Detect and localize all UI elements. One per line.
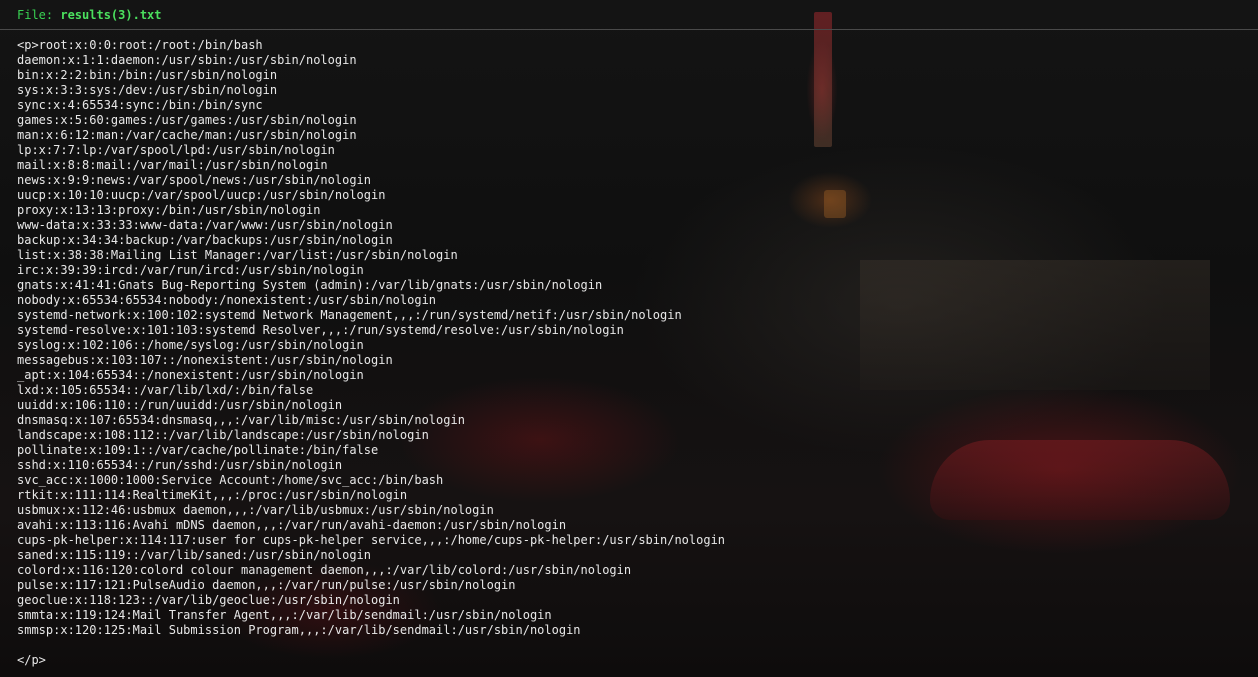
file-line: sys:x:3:3:sys:/dev:/usr/sbin/nologin	[17, 83, 278, 97]
closing-tag: </p>	[17, 653, 46, 667]
file-line: backup:x:34:34:backup:/var/backups:/usr/…	[17, 233, 393, 247]
file-line: systemd-resolve:x:101:103:systemd Resolv…	[17, 323, 624, 337]
file-line: systemd-network:x:100:102:systemd Networ…	[17, 308, 682, 322]
file-name: results(3).txt	[60, 8, 162, 22]
file-line: dnsmasq:x:107:65534:dnsmasq,,,:/var/lib/…	[17, 413, 465, 427]
file-line: list:x:38:38:Mailing List Manager:/var/l…	[17, 248, 458, 262]
file-line: lp:x:7:7:lp:/var/spool/lpd:/usr/sbin/nol…	[17, 143, 335, 157]
file-line: rtkit:x:111:114:RealtimeKit,,,:/proc:/us…	[17, 488, 408, 502]
file-line: irc:x:39:39:ircd:/var/run/ircd:/usr/sbin…	[17, 263, 364, 277]
file-line: www-data:x:33:33:www-data:/var/www:/usr/…	[17, 218, 393, 232]
file-line: sync:x:4:65534:sync:/bin:/bin/sync	[17, 98, 263, 112]
file-line: smmsp:x:120:125:Mail Submission Program,…	[17, 623, 581, 637]
file-line: messagebus:x:103:107::/nonexistent:/usr/…	[17, 353, 393, 367]
file-line: bin:x:2:2:bin:/bin:/usr/sbin/nologin	[17, 68, 278, 82]
file-line: gnats:x:41:41:Gnats Bug-Reporting System…	[17, 278, 603, 292]
file-viewer: File: results(3).txt <p>root:x:0:0:root:…	[0, 0, 1258, 677]
file-line: smmta:x:119:124:Mail Transfer Agent,,,:/…	[17, 608, 552, 622]
file-line: cups-pk-helper:x:114:117:user for cups-p…	[17, 533, 726, 547]
file-header: File: results(3).txt	[0, 0, 1258, 30]
file-title: File: results(3).txt	[17, 8, 162, 22]
file-line: sshd:x:110:65534::/run/sshd:/usr/sbin/no…	[17, 458, 343, 472]
file-line: man:x:6:12:man:/var/cache/man:/usr/sbin/…	[17, 128, 357, 142]
file-line: games:x:5:60:games:/usr/games:/usr/sbin/…	[17, 113, 357, 127]
file-content: <p>root:x:0:0:root:/root:/bin/bash daemon…	[17, 38, 1247, 668]
file-line: uuidd:x:106:110::/run/uuidd:/usr/sbin/no…	[17, 398, 343, 412]
file-line: mail:x:8:8:mail:/var/mail:/usr/sbin/nolo…	[17, 158, 328, 172]
file-line: pulse:x:117:121:PulseAudio daemon,,,:/va…	[17, 578, 516, 592]
file-line: svc_acc:x:1000:1000:Service Account:/hom…	[17, 473, 444, 487]
file-line: syslog:x:102:106::/home/syslog:/usr/sbin…	[17, 338, 364, 352]
file-line: uucp:x:10:10:uucp:/var/spool/uucp:/usr/s…	[17, 188, 386, 202]
file-line: news:x:9:9:news:/var/spool/news:/usr/sbi…	[17, 173, 372, 187]
file-line: pollinate:x:109:1::/var/cache/pollinate:…	[17, 443, 379, 457]
file-line: nobody:x:65534:65534:nobody:/nonexistent…	[17, 293, 437, 307]
file-label-prefix: File:	[17, 8, 61, 22]
file-line: landscape:x:108:112::/var/lib/landscape:…	[17, 428, 429, 442]
file-line: _apt:x:104:65534::/nonexistent:/usr/sbin…	[17, 368, 364, 382]
file-line: usbmux:x:112:46:usbmux daemon,,,:/var/li…	[17, 503, 494, 517]
file-line: lxd:x:105:65534::/var/lib/lxd/:/bin/fals…	[17, 383, 314, 397]
file-line: colord:x:116:120:colord colour managemen…	[17, 563, 632, 577]
file-line: proxy:x:13:13:proxy:/bin:/usr/sbin/nolog…	[17, 203, 321, 217]
file-line: daemon:x:1:1:daemon:/usr/sbin:/usr/sbin/…	[17, 53, 357, 67]
file-line: saned:x:115:119::/var/lib/saned:/usr/sbi…	[17, 548, 372, 562]
file-line: avahi:x:113:116:Avahi mDNS daemon,,,:/va…	[17, 518, 567, 532]
file-line: <p>root:x:0:0:root:/root:/bin/bash	[17, 38, 263, 52]
file-line: geoclue:x:118:123::/var/lib/geoclue:/usr…	[17, 593, 400, 607]
